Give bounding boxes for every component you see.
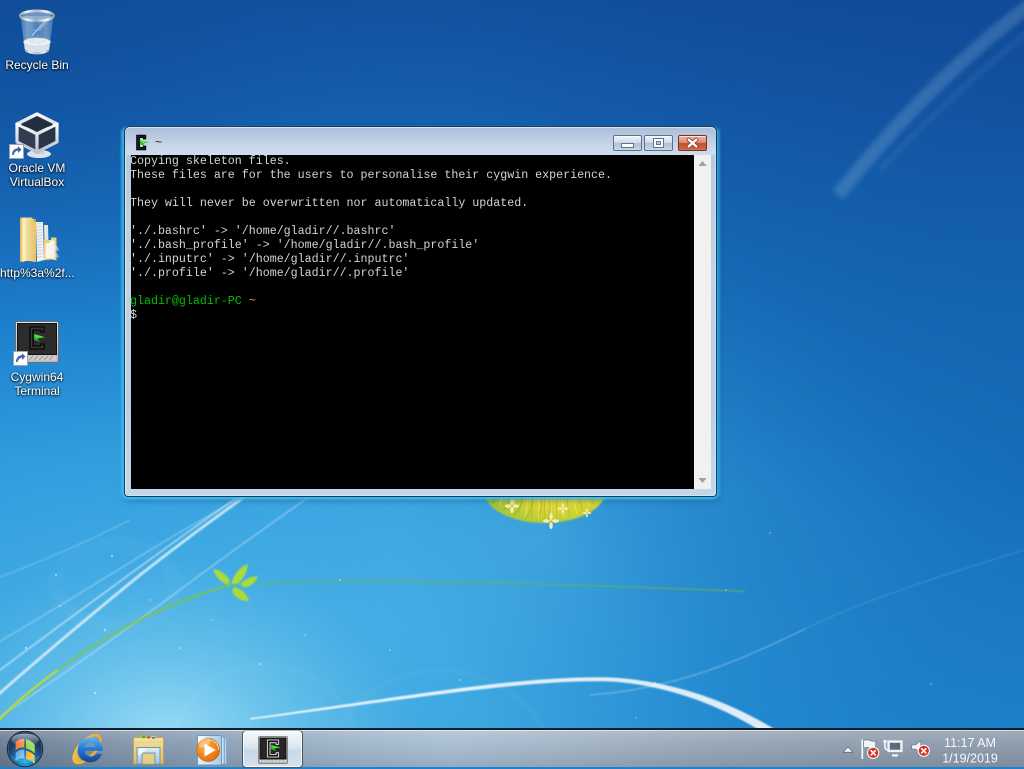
svg-text:1/19/2019: 1/19/2019 <box>942 752 998 766</box>
svg-text:11:17 AM: 11:17 AM <box>944 736 996 750</box>
